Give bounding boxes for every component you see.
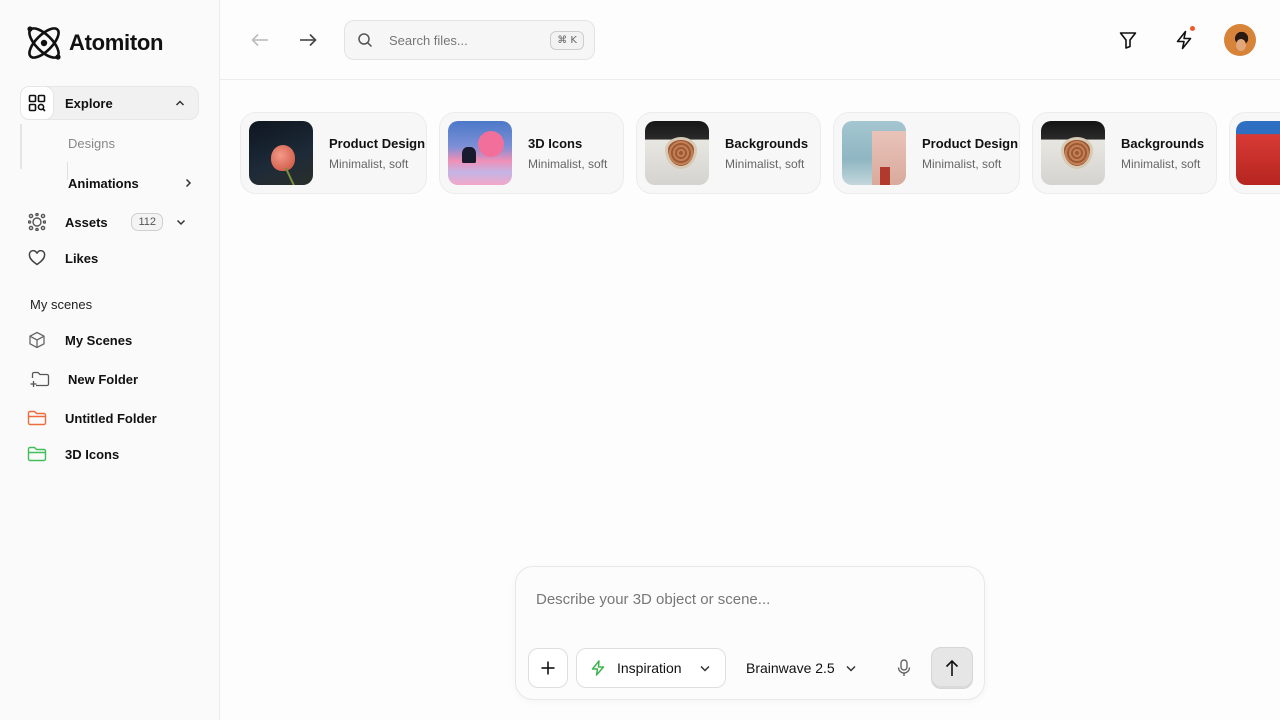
sidebar-item-label: My Scenes <box>65 332 133 348</box>
prompt-input[interactable] <box>536 591 956 608</box>
chevron-down-icon[interactable] <box>171 212 191 232</box>
card-thumbnail <box>1041 121 1105 185</box>
forward-arrow-icon[interactable] <box>296 28 320 52</box>
app-name: Atomiton <box>69 30 164 55</box>
send-button[interactable] <box>931 647 973 689</box>
arrow-up-icon <box>945 659 959 676</box>
sidebar-subitem-animations[interactable]: Animations <box>68 176 178 191</box>
sidebar-item-untitled-folder[interactable]: Untitled Folder <box>20 401 199 435</box>
card-thumbnail <box>842 121 906 185</box>
sidebar: Atomiton Explore Designs Animations Asse… <box>0 0 220 720</box>
chevron-right-icon[interactable] <box>178 177 198 189</box>
sidebar-item-my-scenes[interactable]: My Scenes <box>20 323 199 357</box>
category-card[interactable]: Product Design Minimalist, soft <box>833 112 1020 194</box>
category-card[interactable] <box>1229 112 1280 194</box>
microphone-icon[interactable] <box>894 657 914 679</box>
card-subtitle: Minimalist, soft <box>528 156 608 171</box>
card-title: Product Design <box>922 135 1019 151</box>
assets-count-badge: 112 <box>131 213 163 231</box>
inspiration-dropdown[interactable]: Inspiration <box>576 648 726 688</box>
sidebar-item-assets[interactable]: Assets 112 <box>20 205 199 239</box>
inspiration-label: Inspiration <box>617 660 682 676</box>
card-title: Backgrounds <box>1121 135 1205 151</box>
category-card[interactable]: Backgrounds Minimalist, soft <box>636 112 821 194</box>
card-thumbnail <box>1236 121 1280 185</box>
model-label: Brainwave 2.5 <box>746 660 835 676</box>
search-bar[interactable]: ⌘ K <box>344 20 595 60</box>
category-card[interactable]: Product Design Minimalist, soft <box>240 112 427 194</box>
sidebar-item-new-folder[interactable]: New Folder <box>20 362 199 396</box>
card-thumbnail <box>249 121 313 185</box>
folder-icon <box>20 401 54 435</box>
card-title: Product Design <box>329 135 426 151</box>
heart-icon <box>20 241 54 275</box>
lightning-icon[interactable] <box>1172 26 1196 52</box>
logo[interactable]: Atomiton <box>23 23 163 63</box>
folder-plus-icon <box>23 362 57 396</box>
avatar[interactable] <box>1224 24 1256 56</box>
sidebar-item-label: Untitled Folder <box>65 410 157 426</box>
lightning-icon <box>591 660 605 676</box>
sidebar-subitem-animations-row[interactable]: Animations <box>68 174 198 192</box>
tree-line <box>20 124 22 169</box>
card-title: Backgrounds <box>725 135 809 151</box>
section-title-my-scenes: My scenes <box>30 297 93 312</box>
grid-search-icon <box>20 86 54 120</box>
category-card[interactable]: 3D Icons Minimalist, soft <box>439 112 624 194</box>
add-button[interactable] <box>528 648 568 688</box>
sidebar-item-explore[interactable]: Explore <box>20 86 199 120</box>
card-title: 3D Icons <box>528 135 583 151</box>
sidebar-item-label: 3D Icons <box>65 446 120 462</box>
card-subtitle: Minimalist, soft <box>725 156 805 171</box>
filter-icon[interactable] <box>1116 28 1140 52</box>
card-thumbnail <box>645 121 709 185</box>
search-input[interactable] <box>389 32 539 48</box>
card-subtitle: Minimalist, soft <box>1121 156 1201 171</box>
folder-icon <box>20 437 54 471</box>
sidebar-subitem-designs[interactable]: Designs <box>68 136 115 151</box>
card-subtitle: Minimalist, soft <box>922 156 1002 171</box>
search-icon <box>357 32 373 48</box>
sidebar-item-label: Assets <box>65 214 108 230</box>
model-dropdown[interactable]: Brainwave 2.5 <box>746 648 857 688</box>
back-arrow-icon[interactable] <box>248 28 272 52</box>
plus-icon <box>541 661 555 675</box>
assets-icon <box>20 205 54 239</box>
atom-logo-icon <box>27 26 61 60</box>
sidebar-item-label: Explore <box>65 95 113 111</box>
sidebar-item-likes[interactable]: Likes <box>20 241 199 275</box>
sidebar-item-3d-icons[interactable]: 3D Icons <box>20 437 199 471</box>
sidebar-item-label: New Folder <box>68 371 139 387</box>
chevron-down-icon <box>845 662 857 674</box>
prompt-composer: Inspiration Brainwave 2.5 <box>515 566 985 700</box>
card-thumbnail <box>448 121 512 185</box>
notification-dot <box>1190 26 1195 31</box>
category-card[interactable]: Backgrounds Minimalist, soft <box>1032 112 1217 194</box>
cube-icon <box>20 323 54 357</box>
shortcut-badge: ⌘ K <box>550 31 584 50</box>
sidebar-item-label: Likes <box>65 250 99 266</box>
top-bar: ⌘ K <box>220 0 1280 80</box>
category-cards: Product Design Minimalist, soft 3D Icons… <box>240 112 1280 194</box>
card-subtitle: Minimalist, soft <box>329 156 409 171</box>
chevron-down-icon <box>699 662 711 674</box>
chevron-up-icon[interactable] <box>170 93 190 113</box>
